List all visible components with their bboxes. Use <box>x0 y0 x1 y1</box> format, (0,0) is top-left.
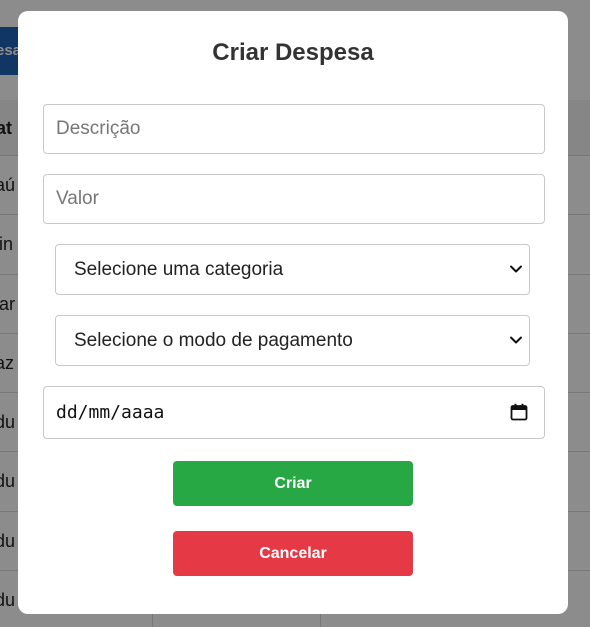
payment-select-value: Selecione o modo de pagamento <box>74 330 353 351</box>
calendar-icon[interactable] <box>510 403 528 421</box>
modal-title: Criar Despesa <box>212 39 374 66</box>
date-input[interactable]: dd/mm/aaaa <box>43 386 545 439</box>
create-button[interactable]: Criar <box>173 461 413 506</box>
cancel-button[interactable]: Cancelar <box>173 531 413 576</box>
chevron-down-icon <box>510 336 522 344</box>
chevron-down-icon <box>510 265 522 273</box>
value-input[interactable] <box>43 174 545 224</box>
create-expense-modal: Criar Despesa Selecione uma categoria Se… <box>18 11 568 614</box>
category-select[interactable]: Selecione uma categoria <box>55 244 530 295</box>
date-input-value: dd/mm/aaaa <box>56 402 165 423</box>
payment-method-select[interactable]: Selecione o modo de pagamento <box>55 315 530 366</box>
category-select-value: Selecione uma categoria <box>74 259 284 280</box>
description-input[interactable] <box>43 104 545 154</box>
